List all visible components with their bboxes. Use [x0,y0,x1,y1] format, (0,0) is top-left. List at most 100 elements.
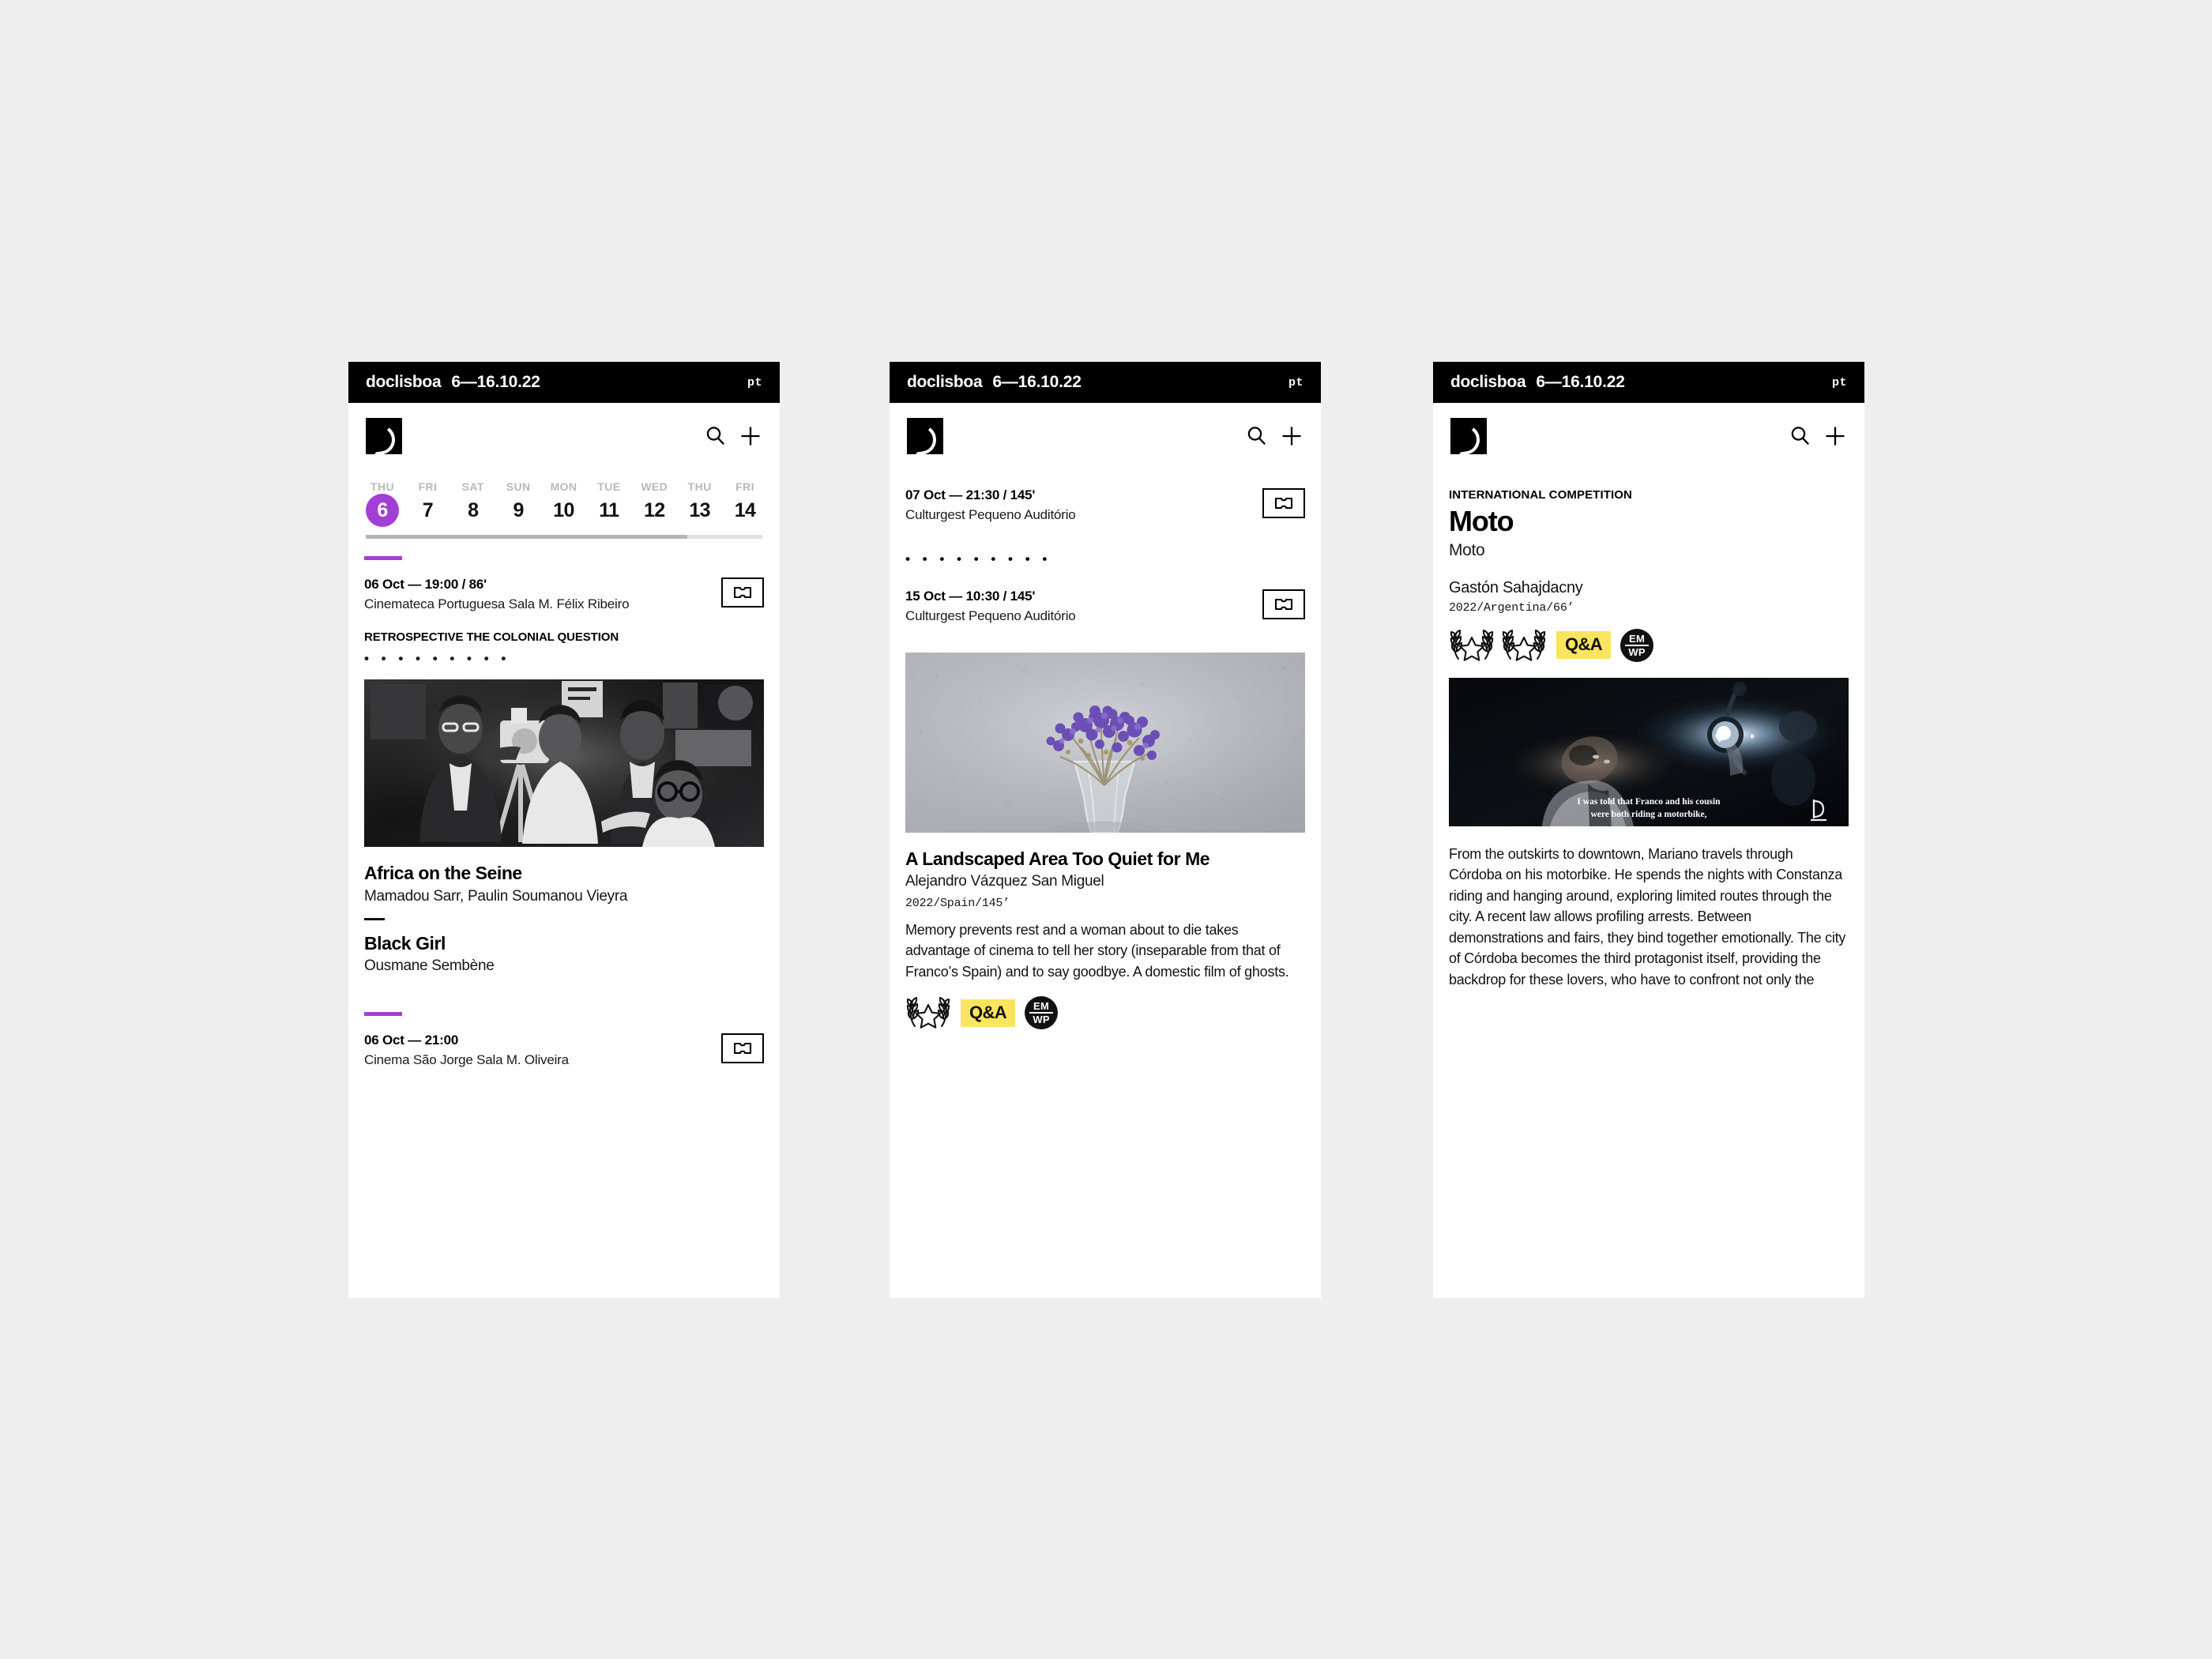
day-button[interactable]: 11 [592,494,626,527]
language-toggle[interactable]: pt [1832,376,1847,389]
plus-icon[interactable] [739,424,762,448]
qa-badge[interactable]: Q&A [961,999,1016,1027]
session-datetime: 15 Oct — 10:30 / 145' [905,589,1036,604]
navigation-bar [348,403,780,469]
festival-dates: 6—16.10.22 [1536,373,1625,391]
dot-divider: • • • • • • • • • [364,651,510,667]
session-venue: Culturgest Pequeno Auditório [905,506,1076,522]
ticket-icon [1274,497,1293,510]
crescent-moon-logo[interactable] [1450,418,1487,454]
ticket-button[interactable] [721,1033,764,1064]
schedule-list: 06 Oct — 19:00 / 86' Cinemateca Portugue… [348,560,780,1070]
emwp-badge: EM WP [1620,628,1654,662]
crescent-moon-logo[interactable] [907,418,943,454]
ticket-button[interactable] [1262,589,1305,620]
search-icon[interactable] [704,424,728,448]
session-datetime: 07 Oct — 21:30 / 145' [905,487,1036,502]
emwp-bottom-label: WP [1033,1014,1050,1026]
film-metadata: 2022/Argentina/66’ [1449,600,1574,615]
film-title[interactable]: Black Girl [364,933,764,954]
brand-lockup: doclisboa 6—16.10.22 [1450,373,1625,392]
date-scrollbar-thumb[interactable] [366,535,687,539]
programme-section-tag[interactable]: RETROSPECTIVE THE COLONIAL QUESTION [364,630,764,644]
accent-divider [364,556,402,560]
session-info: 15 Oct — 10:30 / 145' Culturgest Pequeno… [905,588,1255,625]
film-synopsis: Memory prevents rest and a woman about t… [905,921,1289,980]
nav-icon-group [1789,424,1847,448]
brand-lockup: doclisboa 6—16.10.22 [366,373,540,392]
weekday-label: MON [550,480,577,493]
film-director: Gastón Sahajdacny [1449,578,1583,596]
phone-screen-film-detail: doclisboa 6—16.10.22 pt INTERNATIONAL CO… [1433,362,1864,1298]
ticket-button[interactable] [721,577,764,608]
bw-crew-photo [364,679,764,848]
nav-icon-group [704,424,762,448]
session-datetime: 06 Oct — 19:00 / 86' [364,577,487,592]
weekday-label: FRI [735,480,754,493]
top-brand-bar: doclisboa 6—16.10.22 pt [1433,362,1864,403]
weekday-label: WED [641,480,668,493]
subtitle-line-1: I was told that Franco and his cousin [1577,797,1721,807]
date-selector: THU FRI SAT SUN MON TUE WED THU FRI 6 7 … [348,469,780,560]
emwp-bottom-label: WP [1628,646,1646,659]
ticket-icon [733,586,752,599]
day-button[interactable]: 8 [457,494,490,527]
emwp-badge: EM WP [1025,996,1059,1030]
search-icon[interactable] [1245,424,1269,448]
top-brand-bar: doclisboa 6—16.10.22 pt [348,362,780,403]
emwp-top-label: EM [1033,999,1050,1012]
dark-motorbike-still: I was told that Franco and his cousin we… [1449,677,1849,826]
brand-name: doclisboa [366,373,442,391]
film-director: Alejandro Vázquez San Miguel [905,872,1104,890]
film-divider [364,918,385,921]
film-title[interactable]: A Landscaped Area Too Quiet for Me [905,848,1305,870]
plus-icon[interactable] [1280,424,1304,448]
film-metadata: 2022/Spain/145’ [905,896,1010,910]
day-button[interactable]: 7 [411,494,444,527]
laurel-star-icon [1449,629,1495,661]
session-list: 07 Oct — 21:30 / 145' Culturgest Pequeno… [890,469,1321,1030]
search-icon[interactable] [1789,424,1812,448]
weekday-label: SUN [506,480,531,493]
language-toggle[interactable]: pt [747,376,762,389]
session-row[interactable]: 15 Oct — 10:30 / 145' Culturgest Pequeno… [905,566,1305,625]
laurel-star-icon [905,996,951,1029]
film-still-image[interactable]: I was told that Franco and his cousin we… [1449,677,1849,826]
film-director: Ousmane Sembène [364,957,495,975]
language-toggle[interactable]: pt [1288,376,1304,389]
session-info: 07 Oct — 21:30 / 145' Culturgest Pequeno… [905,487,1255,524]
flowers-photo [905,652,1305,833]
day-button[interactable]: 9 [502,494,535,527]
film-still-image[interactable] [905,652,1305,833]
day-button[interactable]: 13 [683,494,717,527]
festival-dates: 6—16.10.22 [992,373,1082,391]
session-info: 06 Oct — 21:00 Cinema São Jorge Sala M. … [364,1032,713,1069]
crescent-moon-logo[interactable] [366,418,402,454]
day-button[interactable]: 10 [547,494,581,527]
plus-icon[interactable] [1823,424,1847,448]
brand-name: doclisboa [1450,373,1526,391]
session-datetime: 06 Oct — 21:00 [364,1033,459,1048]
day-button[interactable]: 12 [638,494,671,527]
session-venue: Cinemateca Portuguesa Sala M. Félix Ribe… [364,596,630,611]
laurel-star-icon [1501,629,1547,661]
session-row[interactable]: 06 Oct — 19:00 / 86' Cinemateca Portugue… [364,560,764,613]
film-synopsis: From the outskirts to downtown, Mariano … [1449,845,1846,988]
qa-badge[interactable]: Q&A [1556,631,1612,660]
film-still-image[interactable] [364,679,764,848]
weekday-label: TUE [597,480,621,493]
day-button-selected[interactable]: 6 [366,494,399,527]
weekday-label: SAT [461,480,484,493]
film-title[interactable]: Africa on the Seine [364,863,764,884]
date-scrollbar[interactable] [366,535,762,539]
competition-section-label[interactable]: INTERNATIONAL COMPETITION [1449,488,1849,502]
subtitle-line-2: were both riding a motorbike, [1590,810,1706,819]
weekday-label: THU [687,480,712,493]
session-row[interactable]: 06 Oct — 21:00 Cinema São Jorge Sala M. … [364,1016,764,1069]
badge-row: Q&A EM WP [1449,628,1849,662]
ticket-button[interactable] [1262,488,1305,518]
session-row[interactable]: 07 Oct — 21:30 / 145' Culturgest Pequeno… [905,487,1305,524]
day-button[interactable]: 14 [728,494,762,527]
film-director: Mamadou Sarr, Paulin Soumanou Vieyra [364,887,628,905]
phone-screen-schedule: doclisboa 6—16.10.22 pt THU FRI SAT SUN [348,362,780,1298]
